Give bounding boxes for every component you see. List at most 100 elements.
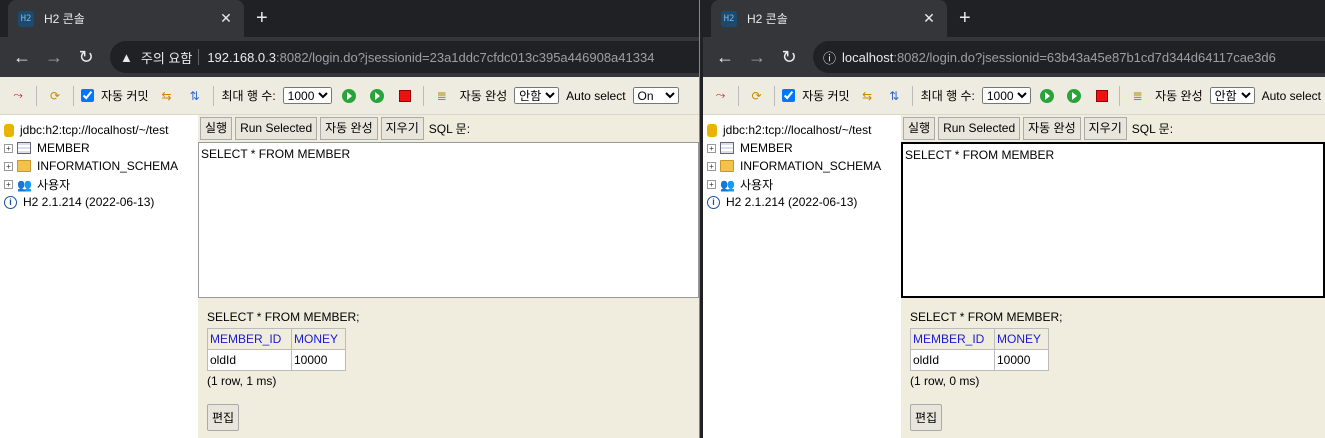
refresh-icon[interactable]: ⟳ — [46, 87, 64, 105]
close-icon[interactable]: ✕ — [218, 10, 234, 27]
new-tab-icon[interactable]: + — [959, 6, 971, 30]
back-arrow-icon[interactable]: ← — [6, 41, 38, 73]
info-icon[interactable]: ⓘ — [823, 48, 836, 67]
browser-window-left: H2 H2 콘솔 ✕ + ← → ↻ ▲ 주의 요함 192.168.0.3 :… — [0, 0, 700, 438]
edit-button[interactable]: 편집 — [207, 404, 240, 431]
h2-favicon-icon: H2 — [721, 10, 737, 27]
tree-node-users[interactable]: + 👥 사용자 — [0, 175, 198, 193]
connection-node[interactable]: jdbc:h2:tcp://localhost/~/test — [0, 121, 198, 139]
run-button[interactable]: 실행 — [200, 117, 233, 140]
expand-icon[interactable]: + — [707, 161, 716, 171]
maxrows-label: 최대 행 수: — [920, 89, 975, 103]
browser-tab[interactable]: H2 H2 콘솔 ✕ — [711, 0, 947, 37]
run-icon[interactable] — [340, 87, 358, 105]
maxrows-select[interactable]: 1000 — [981, 87, 1031, 104]
divider — [198, 49, 200, 65]
close-icon[interactable]: ✕ — [921, 10, 937, 27]
expand-icon[interactable]: + — [707, 143, 716, 153]
expand-icon[interactable]: + — [4, 179, 13, 189]
h2-toolbar: ⤳ ⟳ 자동 커밋 ⇆ ⇅ 최대 행 수: 1000 ≣ 자동 완성 안함 Au… — [703, 77, 1325, 115]
autocomplete-button[interactable]: 자동 완성 — [1023, 117, 1081, 140]
warning-icon[interactable]: ▲ — [120, 50, 133, 65]
tab-strip: H2 H2 콘솔 ✕ + — [703, 0, 1325, 37]
connection-node[interactable]: jdbc:h2:tcp://localhost/~/test — [703, 121, 901, 139]
column-header[interactable]: MEMBER_ID — [910, 328, 995, 350]
tree-node-users[interactable]: + 👥 사용자 — [703, 175, 901, 193]
autocomplete-select[interactable]: 안함 — [514, 87, 560, 104]
run-icon[interactable] — [1039, 87, 1056, 105]
autocommit-checkbox[interactable] — [782, 89, 796, 102]
browser-tab[interactable]: H2 H2 콘솔 ✕ — [8, 0, 244, 37]
history-icon[interactable]: ≣ — [1129, 87, 1146, 105]
autocomplete-label: 자동 완성 — [1155, 89, 1203, 103]
stop-icon[interactable] — [1093, 87, 1110, 105]
history-icon[interactable]: ≣ — [433, 87, 451, 105]
autocomplete-button[interactable]: 자동 완성 — [320, 117, 378, 140]
browser-window-right: H2 H2 콘솔 ✕ + ← → ↻ ⓘ localhost :8082/log… — [703, 0, 1325, 438]
rollback-icon[interactable]: ⇆ — [859, 87, 876, 105]
autocommit-checkbox[interactable] — [81, 89, 94, 102]
disconnect-icon[interactable]: ⤳ — [9, 87, 27, 105]
divider — [911, 85, 913, 106]
address-bar[interactable]: ▲ 주의 요함 192.168.0.3 :8082/login.do?jsess… — [110, 41, 699, 73]
security-label[interactable]: 주의 요함 — [141, 48, 192, 67]
result-query: SELECT * FROM MEMBER; — [207, 310, 360, 324]
sql-label: SQL 문: — [428, 122, 471, 136]
result-panel: SELECT * FROM MEMBER; MEMBER_ID MONEY ol… — [198, 298, 699, 438]
commit-icon[interactable]: ⇅ — [886, 87, 903, 105]
sql-editor[interactable]: SELECT * FROM MEMBER — [901, 142, 1325, 298]
sql-editor[interactable]: SELECT * FROM MEMBER — [198, 142, 699, 298]
table-cell: oldId — [207, 349, 292, 371]
commit-icon[interactable]: ⇅ — [186, 87, 204, 105]
result-table: MEMBER_ID MONEY oldId 10000 — [910, 328, 1049, 371]
rollback-icon[interactable]: ⇆ — [158, 87, 176, 105]
autoselect-select[interactable]: On — [632, 87, 679, 104]
refresh-icon[interactable]: ⟳ — [748, 87, 765, 105]
reload-icon[interactable]: ↻ — [70, 41, 102, 73]
autocomplete-label: 자동 완성 — [459, 89, 508, 103]
result-table: MEMBER_ID MONEY oldId 10000 — [207, 328, 346, 371]
column-header[interactable]: MONEY — [994, 328, 1049, 350]
new-tab-icon[interactable]: + — [256, 6, 268, 30]
tree-node-information-schema[interactable]: + INFORMATION_SCHEMA — [0, 157, 198, 175]
tree-node-member[interactable]: + MEMBER — [0, 139, 198, 157]
maxrows-select[interactable]: 1000 — [282, 87, 332, 104]
disconnect-icon[interactable]: ⤳ — [712, 87, 729, 105]
run-selected-button[interactable]: Run Selected — [235, 117, 318, 140]
edit-button[interactable]: 편집 — [910, 404, 943, 431]
tab-title: H2 콘솔 — [747, 12, 788, 26]
forward-arrow-icon[interactable]: → — [38, 41, 70, 73]
divider — [422, 85, 424, 106]
folder-icon — [17, 160, 31, 172]
divider — [738, 85, 740, 106]
url-host: 192.168.0.3 — [207, 49, 277, 65]
run-button[interactable]: 실행 — [903, 117, 936, 140]
reload-icon[interactable]: ↻ — [773, 41, 805, 73]
column-header[interactable]: MONEY — [291, 328, 346, 350]
expand-icon[interactable]: + — [4, 143, 13, 153]
back-arrow-icon[interactable]: ← — [709, 41, 741, 73]
column-header[interactable]: MEMBER_ID — [207, 328, 292, 350]
run-selected-icon[interactable] — [1066, 87, 1083, 105]
row-count: (1 row, 0 ms) — [910, 374, 980, 388]
result-query: SELECT * FROM MEMBER; — [910, 310, 1063, 324]
schema-tree: jdbc:h2:tcp://localhost/~/test + MEMBER +… — [703, 115, 901, 438]
run-selected-icon[interactable] — [368, 87, 386, 105]
info-icon: i — [4, 195, 17, 209]
autocomplete-select[interactable]: 안함 — [1209, 87, 1255, 104]
clear-button[interactable]: 지우기 — [1083, 117, 1127, 140]
row-count: (1 row, 1 ms) — [207, 374, 277, 388]
users-icon: 👥 — [720, 178, 735, 192]
expand-icon[interactable]: + — [4, 161, 13, 171]
screen: H2 H2 콘솔 ✕ + ← → ↻ ▲ 주의 요함 192.168.0.3 :… — [0, 0, 1325, 438]
main-panel: 실행 Run Selected 자동 완성 지우기 SQL 문: SELECT … — [901, 115, 1325, 438]
tree-node-member[interactable]: + MEMBER — [703, 139, 901, 157]
expand-icon[interactable]: + — [707, 179, 716, 189]
forward-arrow-icon[interactable]: → — [741, 41, 773, 73]
url-path: :8082/login.do?jsessionid=23a1ddc7cfdc01… — [276, 49, 655, 65]
stop-icon[interactable] — [396, 87, 414, 105]
tree-node-information-schema[interactable]: + INFORMATION_SCHEMA — [703, 157, 901, 175]
address-bar[interactable]: ⓘ localhost :8082/login.do?jsessionid=63… — [813, 41, 1325, 73]
clear-button[interactable]: 지우기 — [380, 117, 424, 140]
run-selected-button[interactable]: Run Selected — [938, 117, 1021, 140]
